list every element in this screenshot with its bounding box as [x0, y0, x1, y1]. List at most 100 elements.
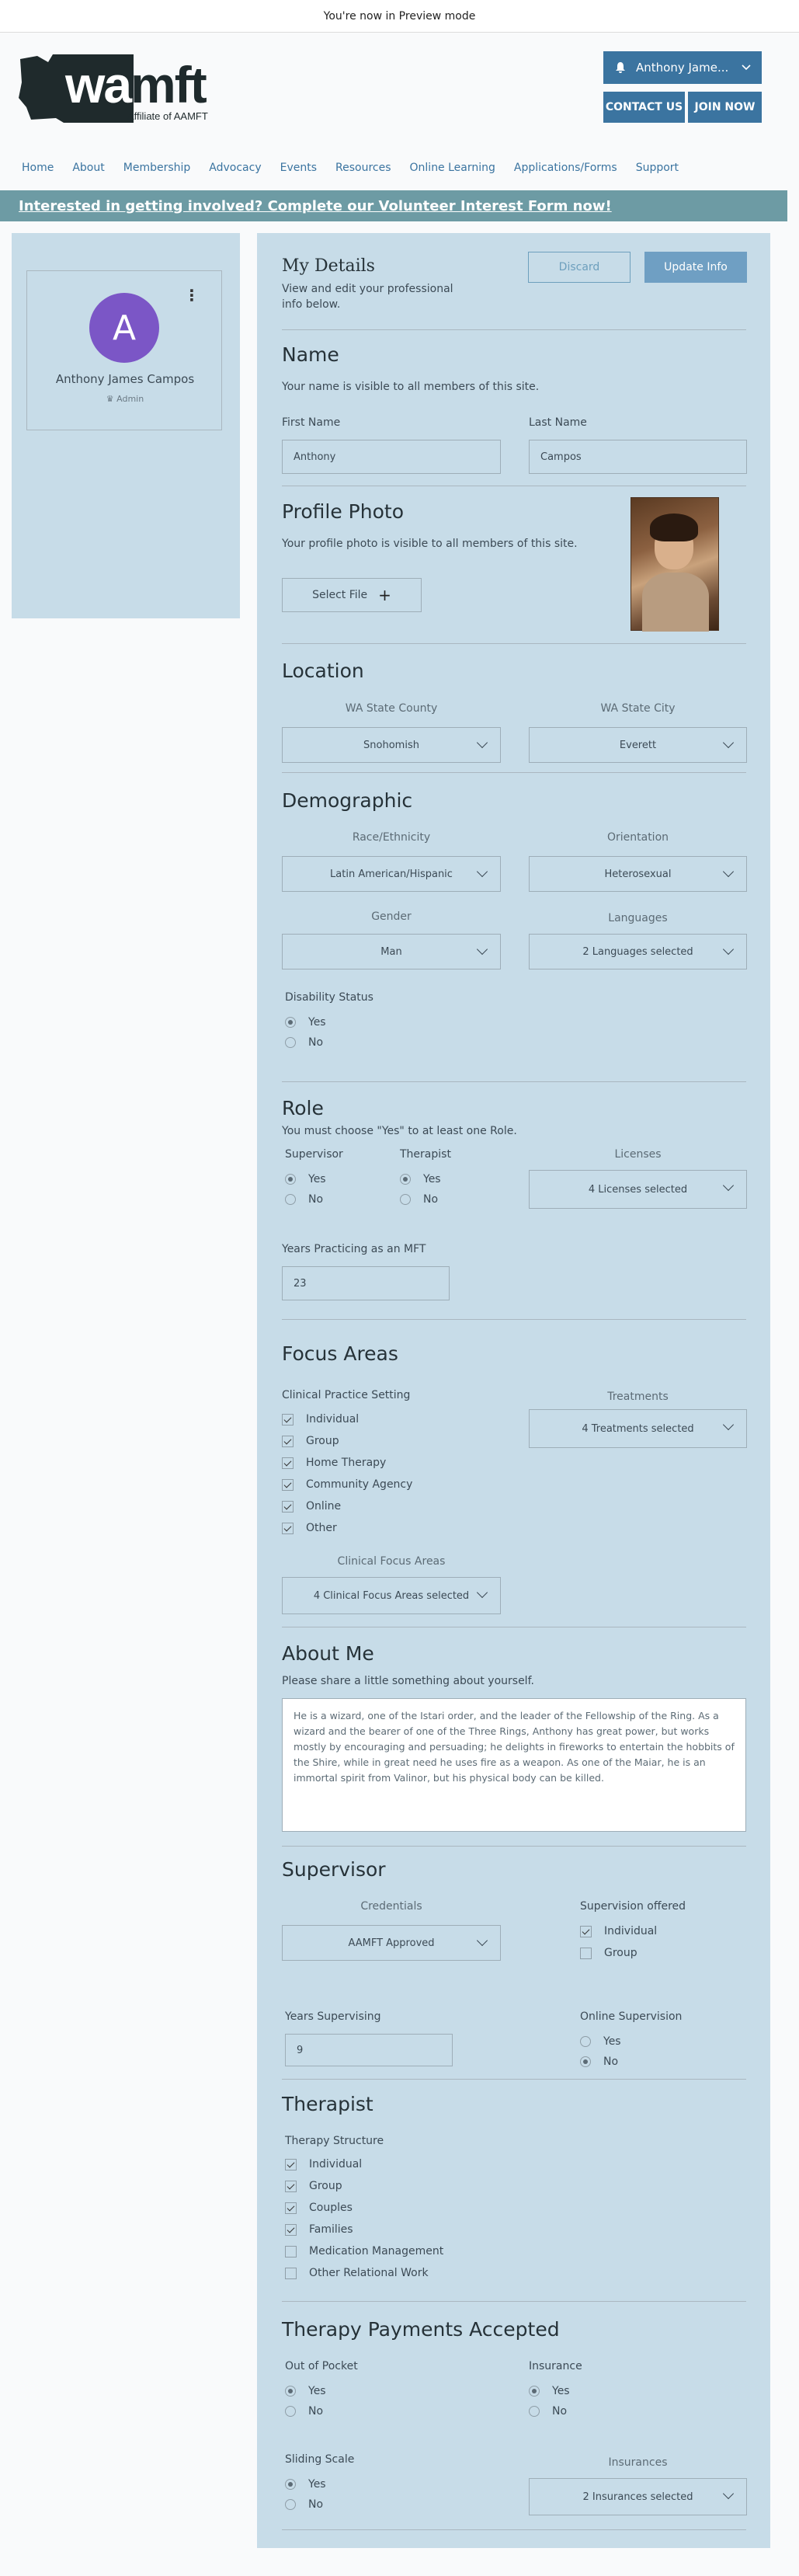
volunteer-banner-link[interactable]: Interested in getting involved? Complete…	[0, 190, 787, 221]
divider	[282, 2079, 746, 2080]
supervisor-no-radio[interactable]: No	[285, 1193, 323, 1206]
licenses-select[interactable]: 4 Licenses selected	[529, 1170, 747, 1209]
nav-item-membership[interactable]: Membership	[123, 162, 191, 174]
join-now-button[interactable]: JOIN NOW	[688, 92, 762, 123]
credentials-select[interactable]: AAMFT Approved	[282, 1925, 501, 1961]
setting-home-therapy-checkbox[interactable]: Home Therapy	[282, 1457, 386, 1469]
divider	[282, 2301, 746, 2302]
contact-us-button[interactable]: CONTACT US	[603, 92, 685, 123]
disability-no-radio[interactable]: No	[285, 1036, 323, 1049]
supervision-individual-checkbox[interactable]: Individual	[580, 1925, 657, 1937]
update-info-button[interactable]: Update Info	[644, 252, 747, 283]
city-select[interactable]: Everett	[529, 727, 747, 763]
nav-item-support[interactable]: Support	[636, 162, 679, 174]
practice-setting-label: Clinical Practice Setting	[282, 1389, 411, 1401]
structure-families-checkbox[interactable]: Families	[285, 2223, 353, 2236]
nav-item-events[interactable]: Events	[280, 162, 317, 174]
structure-medication-management-checkbox[interactable]: Medication Management	[285, 2245, 443, 2257]
about-me-textarea[interactable]: He is a wizard, one of the Istari order,…	[282, 1698, 746, 1832]
gender-select[interactable]: Man	[282, 934, 501, 969]
race-label: Race/Ethnicity	[352, 831, 431, 844]
online-supervision-no-radio[interactable]: No	[580, 2056, 618, 2068]
sliding-yes-radio[interactable]: Yes	[285, 2478, 326, 2491]
site-header: wamft Affiliate of AAMFT Anthony Jame...…	[0, 33, 799, 188]
name-section-title: Name	[282, 343, 339, 366]
online-supervision-yes-radio[interactable]: Yes	[580, 2035, 621, 2048]
therapist-yes-radio[interactable]: Yes	[400, 1173, 441, 1185]
race-select[interactable]: Latin American/Hispanic	[282, 856, 501, 892]
clinical-focus-select[interactable]: 4 Clinical Focus Areas selected	[282, 1577, 501, 1614]
chevron-down-icon	[476, 943, 488, 956]
therapist-no-radio[interactable]: No	[400, 1193, 438, 1206]
preview-mode-bar: You're now in Preview mode	[0, 0, 799, 33]
chevron-down-icon	[476, 1934, 488, 1947]
treatments-select[interactable]: 4 Treatments selected	[529, 1409, 747, 1448]
disability-label: Disability Status	[285, 991, 373, 1004]
disability-yes-radio[interactable]: Yes	[285, 1016, 326, 1029]
chevron-down-icon	[476, 1586, 488, 1599]
bell-icon[interactable]	[614, 61, 627, 74]
divider	[282, 1846, 746, 1847]
divider	[282, 643, 746, 644]
sliding-no-radio[interactable]: No	[285, 2498, 323, 2511]
setting-group-checkbox[interactable]: Group	[282, 1435, 339, 1447]
years-supervising-field[interactable]: 9	[285, 2034, 453, 2066]
nav-item-online-learning[interactable]: Online Learning	[410, 162, 495, 174]
orientation-select[interactable]: Heterosexual	[529, 856, 747, 892]
languages-select[interactable]: 2 Languages selected	[529, 934, 747, 969]
years-practicing-field[interactable]: 23	[282, 1266, 450, 1300]
discard-button[interactable]: Discard	[528, 252, 631, 283]
first-name-label: First Name	[282, 416, 341, 429]
insurances-select[interactable]: 2 Insurances selected	[529, 2478, 747, 2515]
setting-community-agency-checkbox[interactable]: Community Agency	[282, 1478, 412, 1491]
select-file-button[interactable]: Select File +	[282, 578, 422, 612]
chevron-down-icon	[722, 736, 735, 749]
insurance-no-radio[interactable]: No	[529, 2405, 567, 2418]
location-section-title: Location	[282, 660, 364, 682]
logo-tagline: Affiliate of AAMFT	[127, 110, 208, 122]
online-supervision-label: Online Supervision	[580, 2010, 683, 2023]
setting-other-checkbox[interactable]: Other	[282, 1522, 337, 1534]
wamft-logo[interactable]: wamft Affiliate of AAMFT	[17, 51, 219, 129]
nav-item-home[interactable]: Home	[22, 162, 54, 174]
nav-item-about[interactable]: About	[72, 162, 104, 174]
county-select[interactable]: Snohomish	[282, 727, 501, 763]
last-name-field[interactable]: Campos	[529, 440, 747, 474]
about-section-desc: Please share a little something about yo…	[282, 1675, 534, 1687]
divider	[282, 772, 746, 773]
structure-group-checkbox[interactable]: Group	[285, 2180, 342, 2192]
gender-label: Gender	[371, 910, 412, 923]
nav-item-applications-forms[interactable]: Applications/Forms	[514, 162, 617, 174]
supervisor-role-label: Supervisor	[285, 1148, 343, 1161]
oop-no-radio[interactable]: No	[285, 2405, 323, 2418]
insurances-label: Insurances	[608, 2456, 668, 2469]
languages-label: Languages	[608, 912, 668, 924]
supervisor-yes-radio[interactable]: Yes	[285, 1173, 326, 1185]
setting-online-checkbox[interactable]: Online	[282, 1500, 341, 1513]
payments-section-title: Therapy Payments Accepted	[282, 2318, 560, 2341]
insurance-yes-radio[interactable]: Yes	[529, 2385, 570, 2397]
chevron-down-icon	[722, 2487, 735, 2500]
structure-other-relational-checkbox[interactable]: Other Relational Work	[285, 2267, 429, 2279]
setting-individual-checkbox[interactable]: Individual	[282, 1413, 359, 1426]
profile-name: Anthony James Campos	[55, 372, 195, 386]
user-menu-button[interactable]: Anthony Jame...	[603, 51, 762, 84]
licenses-label: Licenses	[614, 1148, 662, 1161]
oop-yes-radio[interactable]: Yes	[285, 2385, 326, 2397]
nav-item-advocacy[interactable]: Advocacy	[209, 162, 261, 174]
profile-photo[interactable]	[631, 497, 719, 632]
preview-mode-text: You're now in Preview mode	[323, 9, 476, 23]
supervision-group-checkbox[interactable]: Group	[580, 1947, 637, 1959]
more-options-icon[interactable]: ⋮	[184, 287, 200, 303]
structure-couples-checkbox[interactable]: Couples	[285, 2202, 353, 2214]
clinical-focus-label: Clinical Focus Areas	[337, 1555, 446, 1568]
avatar[interactable]: A	[89, 293, 159, 363]
first-name-field[interactable]: Anthony	[282, 440, 501, 474]
role-section-desc: You must choose "Yes" to at least one Ro…	[282, 1125, 517, 1137]
structure-individual-checkbox[interactable]: Individual	[285, 2158, 362, 2170]
crown-icon: ♛	[106, 394, 114, 404]
about-section-title: About Me	[282, 1642, 374, 1665]
page-title: My Details	[282, 256, 375, 276]
divider	[282, 1319, 746, 1320]
nav-item-resources[interactable]: Resources	[335, 162, 391, 174]
